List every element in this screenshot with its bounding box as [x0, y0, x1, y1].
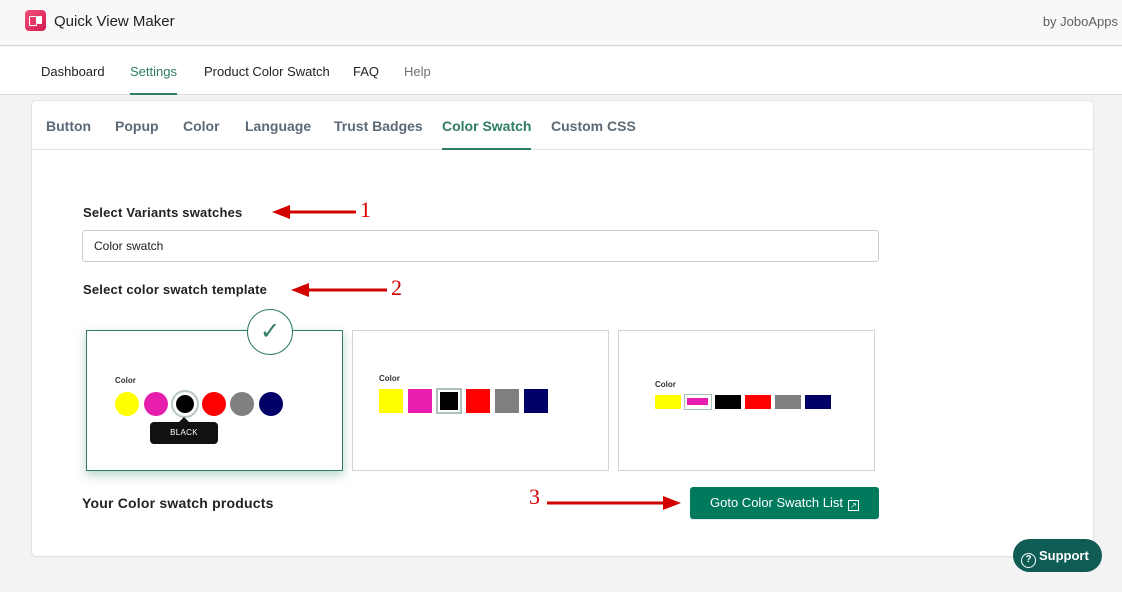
swatch-magenta-selected-ring	[684, 394, 712, 410]
settings-card: Button Popup Color Language Trust Badges…	[32, 101, 1093, 556]
checkmark-icon: ✓	[247, 309, 293, 355]
annotation-arrow-3	[547, 496, 681, 510]
swatch-navy	[805, 395, 831, 409]
goto-color-swatch-list-button[interactable]: Goto Color Swatch List ↗	[690, 487, 879, 519]
external-link-icon: ↗	[847, 500, 859, 511]
nav-settings[interactable]: Settings	[130, 64, 177, 95]
swatch-gray	[230, 392, 254, 416]
template-bar-option[interactable]: Color	[618, 330, 875, 471]
tab-color-swatch[interactable]: Color Swatch	[442, 118, 532, 150]
annotation-number-3: 3	[529, 484, 540, 509]
template-color-label: Color	[115, 376, 136, 385]
swatch-tooltip: BLACK	[150, 417, 218, 444]
swatch-black-selected-ring	[436, 388, 462, 414]
variants-select[interactable]: Color swatch	[82, 230, 879, 262]
template-square-option[interactable]: Color	[352, 330, 609, 471]
products-label: Your Color swatch products	[82, 495, 274, 511]
app-title: Quick View Maker	[54, 13, 175, 30]
tab-trust-badges[interactable]: Trust Badges	[334, 118, 423, 148]
tab-button[interactable]: Button	[46, 118, 91, 148]
support-button[interactable]: ? Support	[1013, 539, 1102, 572]
support-label: Support	[1039, 548, 1089, 563]
swatch-red	[466, 389, 490, 413]
swatch-black	[715, 395, 741, 409]
nav-dashboard[interactable]: Dashboard	[41, 64, 105, 93]
help-circle-icon: ?	[1021, 553, 1036, 568]
template-circle-option[interactable]: ✓ Color BLACK	[86, 309, 343, 471]
variants-label: Select Variants swatches	[83, 205, 243, 220]
annotation-arrow-2	[291, 283, 387, 297]
tab-custom-css[interactable]: Custom CSS	[551, 118, 636, 148]
tab-popup[interactable]: Popup	[115, 118, 159, 148]
swatch-navy	[524, 389, 548, 413]
app-logo-icon	[25, 10, 46, 31]
swatch-yellow	[379, 389, 403, 413]
developer-credit[interactable]: by JoboApps	[1043, 14, 1118, 29]
swatch-gray	[775, 395, 801, 409]
goto-button-label: Goto Color Swatch List	[710, 495, 843, 510]
template-color-label: Color	[655, 380, 676, 389]
swatch-red	[202, 392, 226, 416]
tab-language[interactable]: Language	[245, 118, 311, 148]
swatch-yellow	[115, 392, 139, 416]
swatch-black-selected-ring	[171, 390, 199, 418]
settings-tabs: Button Popup Color Language Trust Badges…	[32, 101, 1093, 150]
annotation-arrow-1	[272, 205, 356, 219]
nav-help[interactable]: Help	[404, 64, 431, 93]
swatch-magenta	[408, 389, 432, 413]
template-label: Select color swatch template	[83, 282, 268, 297]
top-bar: Quick View Maker by JoboApps	[0, 0, 1122, 46]
main-nav: Dashboard Settings Product Color Swatch …	[0, 47, 1122, 95]
swatch-magenta	[144, 392, 168, 416]
tab-color[interactable]: Color	[183, 118, 220, 148]
swatch-red	[745, 395, 771, 409]
swatch-gray	[495, 389, 519, 413]
template-color-label: Color	[379, 374, 400, 383]
swatch-navy	[259, 392, 283, 416]
annotation-number-1: 1	[360, 197, 371, 222]
nav-product-color-swatch[interactable]: Product Color Swatch	[204, 64, 330, 93]
annotation-number-2: 2	[391, 275, 402, 300]
swatch-yellow	[655, 395, 681, 409]
nav-faq[interactable]: FAQ	[353, 64, 379, 93]
